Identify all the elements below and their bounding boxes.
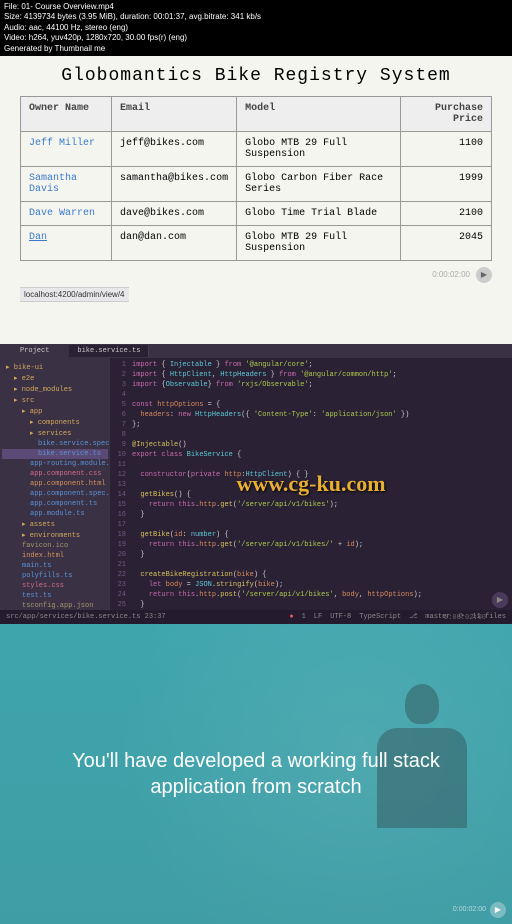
tree-item-test-ts[interactable]: test.ts	[2, 591, 108, 601]
cell-model: Globo MTB 29 Full Suspension	[237, 225, 401, 260]
tree-item-e2e[interactable]: ▸ e2e	[2, 373, 108, 384]
address-bar[interactable]: localhost:4200/admin/view/4	[20, 287, 129, 302]
cell-model: Globo Carbon Fiber Race Series	[237, 166, 401, 201]
table-row: Jeff Miller jeff@bikes.com Globo MTB 29 …	[21, 131, 492, 166]
ide-panel: Project bike.service.ts ▸ bike-ui▸ e2e▸ …	[0, 344, 512, 624]
promo-headline: You'll have developed a working full sta…	[0, 748, 512, 800]
tree-item-services[interactable]: ▸ services	[2, 428, 108, 439]
tree-item-app-routing-module-ts[interactable]: app-routing.module.ts	[2, 459, 108, 469]
cell-email: dan@dan.com	[112, 225, 237, 260]
media-line: Size: 4139734 bytes (3.95 MiB), duration…	[4, 12, 508, 22]
col-email: Email	[112, 96, 237, 131]
tree-item-app-component-ts[interactable]: app.component.ts	[2, 499, 108, 509]
owner-link[interactable]: Jeff Miller	[29, 138, 95, 149]
tree-item-bike-service-spec-ts[interactable]: bike.service.spec.ts	[2, 439, 108, 449]
tree-item-index-html[interactable]: index.html	[2, 551, 108, 561]
tree-item-app-component-css[interactable]: app.component.css	[2, 469, 108, 479]
status-encoding[interactable]: UTF-8	[330, 613, 351, 621]
code-content[interactable]: import { Injectable } from '@angular/cor…	[128, 358, 512, 610]
registry-panel: Globomantics Bike Registry System Owner …	[0, 56, 512, 344]
status-path: src/app/services/bike.service.ts 23:37	[6, 613, 166, 621]
tree-item-app-component-html[interactable]: app.component.html	[2, 479, 108, 489]
tree-item-src[interactable]: ▸ src	[2, 395, 108, 406]
cell-model: Globo MTB 29 Full Suspension	[237, 131, 401, 166]
status-bar: src/app/services/bike.service.ts 23:37 ●…	[0, 610, 512, 624]
cell-model: Globo Time Trial Blade	[237, 201, 401, 225]
media-line: Generated by Thumbnail me	[4, 44, 508, 54]
table-row: Dan dan@dan.com Globo MTB 29 Full Suspen…	[21, 225, 492, 260]
file-tree[interactable]: ▸ bike-ui▸ e2e▸ node_modules▸ src▸ app▸ …	[0, 358, 110, 610]
cell-email: samantha@bikes.com	[112, 166, 237, 201]
tree-item-components[interactable]: ▸ components	[2, 417, 108, 428]
tree-item-app[interactable]: ▸ app	[2, 406, 108, 417]
tree-item-tsconfig-app-json[interactable]: tsconfig.app.json	[2, 601, 108, 610]
cell-price: 2045	[400, 225, 491, 260]
table-row: Samantha Davis samantha@bikes.com Globo …	[21, 166, 492, 201]
tree-item-bike-ui[interactable]: ▸ bike-ui	[2, 362, 108, 373]
media-line: Audio: aac, 44100 Hz, stereo (eng)	[4, 23, 508, 33]
tree-item-app-module-ts[interactable]: app.module.ts	[2, 509, 108, 519]
tree-item-environments[interactable]: ▸ environments	[2, 530, 108, 541]
cell-email: jeff@bikes.com	[112, 131, 237, 166]
error-icon[interactable]: ●	[289, 613, 293, 621]
tree-item-node-modules[interactable]: ▸ node_modules	[2, 384, 108, 395]
play-icon[interactable]: ▶	[476, 267, 492, 283]
line-gutter: 1234567891011121314151617181920212223242…	[110, 358, 128, 610]
tree-item-polyfills-ts[interactable]: polyfills.ts	[2, 571, 108, 581]
tree-item-app-component-spec-ts[interactable]: app.component.spec.ts	[2, 489, 108, 499]
col-model: Model	[237, 96, 401, 131]
media-line: File: 01- Course Overview.mp4	[4, 2, 508, 12]
media-line: Video: h264, yuv420p, 1280x720, 30.00 fp…	[4, 33, 508, 43]
git-branch-icon: ⎇	[409, 612, 417, 621]
cell-price: 2100	[400, 201, 491, 225]
cell-price: 1100	[400, 131, 491, 166]
registry-table: Owner Name Email Model Purchase Price Je…	[20, 96, 492, 261]
tree-item-favicon-ico[interactable]: favicon.ico	[2, 541, 108, 551]
cell-email: dave@bikes.com	[112, 201, 237, 225]
editor-tab[interactable]: bike.service.ts	[69, 345, 149, 357]
tree-item-bike-service-ts[interactable]: bike.service.ts	[2, 449, 108, 459]
thumb-time: 0:00:02:00	[432, 270, 470, 279]
tree-item-styles-css[interactable]: styles.css	[2, 581, 108, 591]
play-icon[interactable]: ▶	[492, 592, 508, 608]
ide-header: Project bike.service.ts	[0, 344, 512, 358]
owner-link[interactable]: Dan	[29, 232, 47, 243]
owner-link[interactable]: Dave Warren	[29, 208, 95, 219]
table-row: Dave Warren dave@bikes.com Globo Time Tr…	[21, 201, 492, 225]
status-lf[interactable]: LF	[314, 613, 322, 621]
col-owner: Owner Name	[21, 96, 112, 131]
promo-panel: You'll have developed a working full sta…	[0, 624, 512, 924]
col-price: Purchase Price	[400, 96, 491, 131]
owner-link[interactable]: Samantha Davis	[29, 173, 77, 195]
thumb-time: 0:00:02:00	[453, 906, 486, 913]
registry-title: Globomantics Bike Registry System	[20, 66, 492, 86]
cell-price: 1999	[400, 166, 491, 201]
project-label: Project	[0, 347, 69, 355]
error-count: 1	[302, 613, 306, 621]
tree-item-assets[interactable]: ▸ assets	[2, 519, 108, 530]
thumb-time: 0:00:02:00	[444, 614, 486, 622]
play-icon[interactable]: ▶	[490, 902, 506, 918]
media-info-header: File: 01- Course Overview.mp4 Size: 4139…	[0, 0, 512, 56]
code-editor[interactable]: 1234567891011121314151617181920212223242…	[110, 358, 512, 610]
status-lang[interactable]: TypeScript	[359, 613, 401, 621]
tree-item-main-ts[interactable]: main.ts	[2, 561, 108, 571]
